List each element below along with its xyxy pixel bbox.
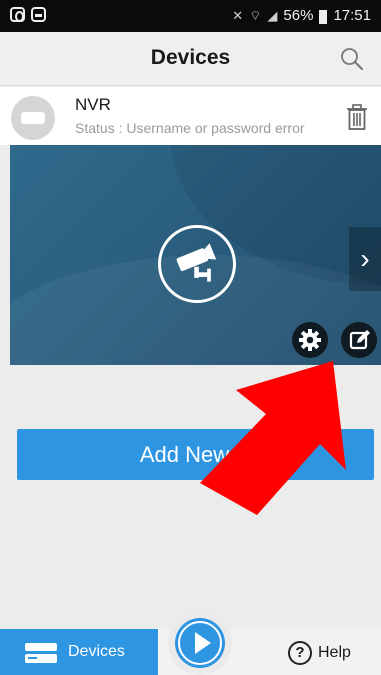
settings-button[interactable] (292, 322, 328, 358)
edit-icon (349, 330, 370, 350)
next-device-button[interactable]: › (349, 227, 381, 291)
add-device-label: Add New D (139, 442, 252, 467)
device-list-item[interactable]: NVR Status : Username or password error (0, 87, 381, 145)
live-view-button[interactable] (168, 611, 232, 675)
nvr-icon (25, 643, 57, 663)
search-icon[interactable] (339, 46, 365, 72)
edit-button[interactable] (341, 322, 377, 358)
status-right: ✕ ⌔ ◢ 56% 17:51 (232, 7, 371, 24)
play-icon (175, 618, 225, 668)
add-device-button[interactable]: Add New D (17, 429, 374, 480)
camera-icon (158, 225, 236, 303)
nvr-icon (11, 96, 55, 140)
signal-icon: ◢ (267, 7, 278, 23)
status-left (10, 7, 46, 22)
device-status: Status : Username or password error (75, 120, 305, 136)
trash-icon[interactable] (345, 103, 369, 131)
tab-help[interactable]: ? Help (285, 629, 381, 675)
app-header: Devices (0, 32, 381, 86)
bottom-nav: Devices ? Help (0, 611, 381, 675)
app-screen: ✕ ⌔ ◢ 56% 17:51 Devices NVR Status : Use… (0, 0, 381, 675)
mute-icon: ✕ (232, 7, 244, 23)
status-bar: ✕ ⌔ ◢ 56% 17:51 (0, 0, 381, 32)
tab-devices-label: Devices (68, 643, 125, 660)
gear-icon (299, 329, 321, 351)
screenshot-icon (31, 7, 46, 22)
battery-percent: 56% (283, 7, 314, 24)
help-icon: ? (288, 641, 312, 665)
page-title: Devices (150, 46, 231, 69)
tab-help-label: Help (318, 644, 351, 661)
wifi-icon: ⌔ (249, 7, 262, 23)
battery-icon (319, 9, 328, 24)
device-preview-panel[interactable]: › (10, 145, 381, 365)
chevron-right-icon: › (360, 243, 370, 274)
tab-devices[interactable]: Devices (0, 629, 158, 675)
device-name: NVR (75, 95, 111, 114)
clock: 17:51 (333, 7, 371, 24)
skype-icon (10, 7, 25, 22)
